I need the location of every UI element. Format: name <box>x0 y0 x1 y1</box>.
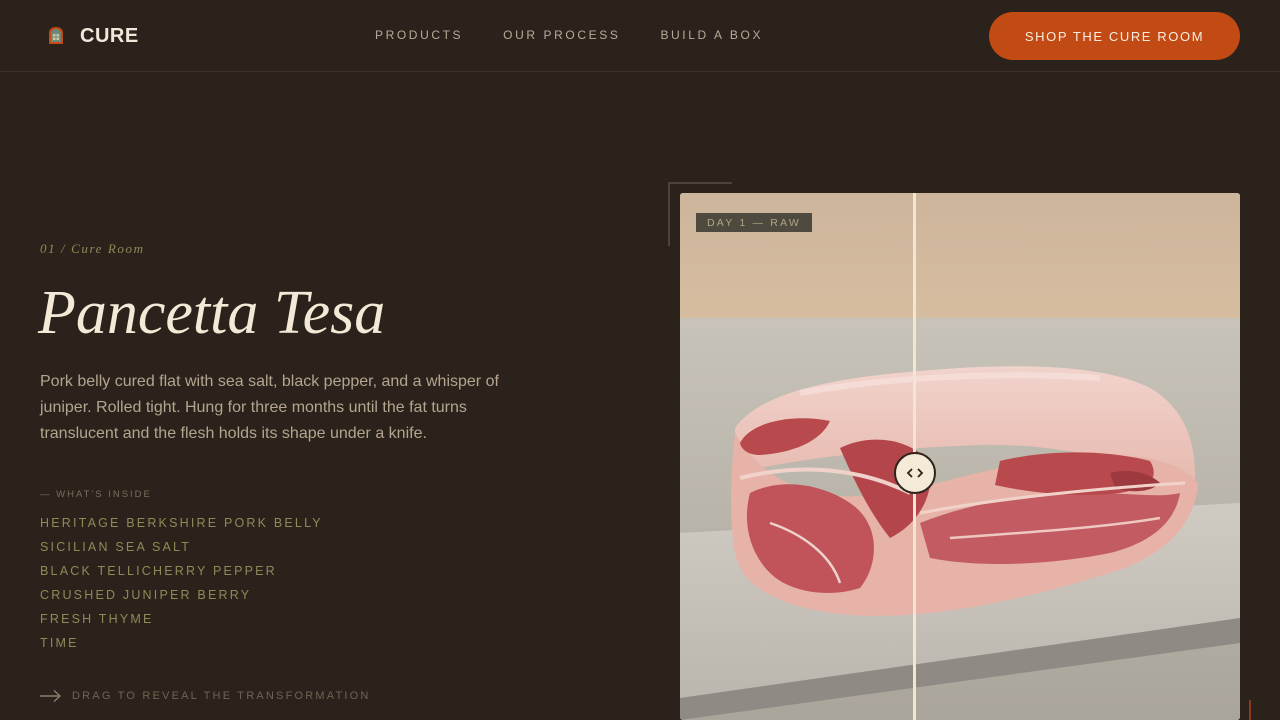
ingredient-item: SICILIAN SEA SALT <box>40 540 192 554</box>
arrow-right-icon <box>40 689 62 703</box>
shop-cure-room-button[interactable]: SHOP THE CURE ROOM <box>989 12 1240 60</box>
pork-belly-image <box>680 193 1240 720</box>
ingredient-item: BLACK TELLICHERRY PEPPER <box>40 564 277 578</box>
nav-products[interactable]: PRODUCTS <box>375 28 463 42</box>
main-nav: PRODUCTS OUR PROCESS BUILD A BOX <box>375 28 803 42</box>
frame-corner-accent <box>1249 700 1251 720</box>
lantern-logo-icon <box>49 27 63 44</box>
left-right-arrows-icon <box>906 468 924 478</box>
ingredient-item: CRUSHED JUNIPER BERRY <box>40 588 252 602</box>
whats-inside-label: — WHAT'S INSIDE <box>40 489 152 500</box>
logo-text: CURE <box>80 24 139 47</box>
nav-build-a-box[interactable]: BUILD A BOX <box>660 28 763 42</box>
drag-hint-text: DRAG TO REVEAL THE TRANSFORMATION <box>72 690 371 702</box>
logo[interactable]: CURE <box>44 24 139 48</box>
site-header: CURE PRODUCTS OUR PROCESS BUILD A BOX SH… <box>0 0 1280 72</box>
ingredients-list: HERITAGE BERKSHIRE PORK BELLY SICILIAN S… <box>40 515 323 659</box>
section-eyebrow: 01 / Cure Room <box>40 241 145 256</box>
ingredient-item: FRESH THYME <box>40 612 154 626</box>
nav-our-process[interactable]: OUR PROCESS <box>503 28 620 42</box>
ingredient-item: HERITAGE BERKSHIRE PORK BELLY <box>40 516 323 530</box>
ingredient-item: TIME <box>40 636 79 650</box>
stage-badge: DAY 1 — RAW <box>696 213 812 232</box>
before-after-image[interactable] <box>680 193 1240 720</box>
drag-hint: DRAG TO REVEAL THE TRANSFORMATION <box>40 689 371 703</box>
product-title: Pancetta Tesa <box>38 279 386 347</box>
comparison-slider-handle[interactable] <box>894 452 936 494</box>
product-description: Pork belly cured flat with sea salt, bla… <box>40 373 499 442</box>
